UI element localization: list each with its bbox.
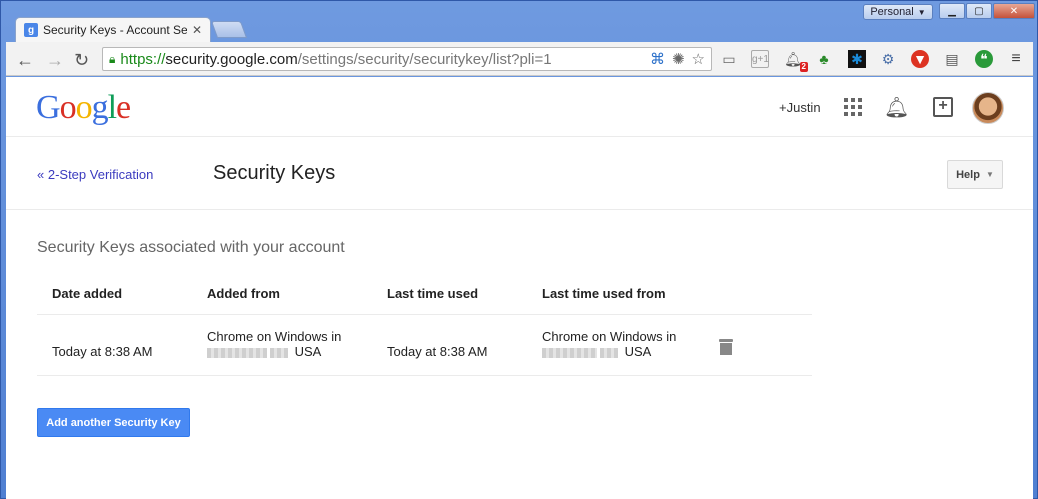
redacted-location [207, 347, 267, 358]
back-arrow-icon[interactable]: ← [16, 50, 34, 71]
section-heading: Security Keys associated with your accou… [37, 239, 345, 256]
url-host: security.google.com [165, 50, 298, 68]
notification-bell-extension-icon[interactable]: 🔔︎ 2 [784, 50, 808, 72]
table-row: Today at 8:38 AM Chrome on Windows in US… [37, 315, 812, 376]
browser-toolbar: ← → ↻ 🔒︎ https://security.google.com/set… [6, 42, 1033, 76]
google-plus-one-icon[interactable]: g+1 [751, 50, 769, 68]
back-to-2-step-verification-link[interactable]: « 2-Step Verification [37, 167, 153, 182]
tab-security-keys[interactable]: g Security Keys - Account Setti ✕ [15, 17, 211, 42]
logo-letter: G [36, 89, 61, 126]
last-used-from-cell: Chrome on Windows in USA [542, 329, 676, 359]
address-bar[interactable]: 🔒︎ https://security.google.com/settings/… [102, 47, 712, 71]
add-security-key-button[interactable]: Add another Security Key [37, 408, 190, 437]
last-used-from-country: USA [624, 344, 652, 359]
page-title: Security Keys [213, 162, 336, 184]
added-from-cell: Chrome on Windows in USA [207, 329, 341, 359]
apps-grid-icon[interactable] [844, 98, 862, 116]
page-content: Google +Justin 🔔︎ + « 2-Step Verificatio… [6, 77, 1033, 499]
chevron-down-icon: ▼ [985, 170, 994, 179]
logo-letter: o [75, 89, 93, 126]
close-window-button[interactable]: ✕ [993, 3, 1035, 19]
added-from-country: USA [294, 344, 322, 359]
security-keys-table: Date added Added from Last time used Las… [37, 275, 812, 376]
google-favicon-icon: g [24, 23, 38, 37]
google-plus-user-link[interactable]: +Justin [779, 100, 821, 115]
tab-title: Security Keys - Account Setti [43, 23, 187, 37]
redacted-location [600, 347, 618, 358]
table-header-row: Date added Added from Last time used Las… [37, 275, 812, 315]
logo-letter: o [59, 89, 77, 126]
profile-label: Personal [870, 6, 914, 18]
redacted-location [270, 347, 288, 358]
logo-letter: g [91, 89, 109, 126]
google-top-bar: Google +Justin 🔔︎ + [6, 77, 1033, 137]
last-used-cell: Today at 8:38 AM [387, 344, 488, 359]
google-logo[interactable]: Google [36, 89, 131, 127]
notifications-bell-icon[interactable]: 🔔︎ [884, 95, 909, 120]
puzzle-extension-icon[interactable]: ✱ [848, 50, 866, 68]
column-header-date-added: Date added [52, 286, 123, 301]
column-header-last-time-used-from: Last time used from [542, 286, 666, 301]
logo-letter: l [107, 89, 118, 126]
settings-gear-icon[interactable]: ✺ [672, 50, 685, 68]
profile-switcher-button[interactable]: Personal ▼ [863, 4, 933, 20]
column-header-last-time-used: Last time used [387, 286, 479, 301]
menu-hamburger-icon[interactable]: ≡ [1007, 50, 1025, 68]
chevron-down-icon: ▼ [917, 7, 926, 17]
bookmark-star-icon[interactable]: ☆ [692, 50, 705, 68]
new-tab-button[interactable] [210, 21, 248, 38]
url-scheme: https:// [120, 50, 166, 68]
minimize-button[interactable]: ▁ [939, 3, 965, 19]
close-tab-icon[interactable]: ✕ [192, 23, 202, 37]
gear-extension-icon[interactable]: ⚙ [879, 50, 897, 68]
url-path: /settings/security/securitykey/list?pli=… [297, 50, 552, 68]
page-header: « 2-Step Verification Security Keys Help… [6, 138, 1033, 210]
date-added-cell: Today at 8:38 AM [52, 344, 153, 359]
avatar[interactable] [972, 92, 1004, 124]
delete-trash-icon[interactable] [719, 339, 733, 355]
column-header-added-from: Added from [207, 286, 280, 301]
lock-icon: 🔒︎ [109, 51, 116, 66]
notification-count-badge: 2 [799, 62, 808, 72]
help-label: Help [956, 168, 980, 181]
window-extension-icon[interactable]: ▤ [943, 50, 961, 68]
vivaldi-extension-icon[interactable]: ▼ [911, 50, 929, 68]
help-button[interactable]: Help ▼ [947, 160, 1003, 189]
network-extension-icon[interactable]: ⌘ [650, 50, 665, 68]
redacted-location [542, 347, 597, 358]
cast-icon[interactable]: ▭ [720, 50, 738, 68]
maximize-button[interactable]: ▢ [966, 3, 992, 19]
reload-icon[interactable]: ↻ [74, 50, 89, 71]
hangouts-icon[interactable]: ❝ [975, 50, 993, 68]
last-used-from-browser: Chrome on Windows in [542, 329, 677, 344]
forward-arrow-icon[interactable]: → [46, 50, 64, 71]
evernote-extension-icon[interactable]: ♣ [815, 50, 833, 68]
logo-letter: e [116, 89, 131, 126]
browser-window: Personal ▼ ▁ ▢ ✕ g Security Keys - Accou… [0, 0, 1038, 499]
share-plus-icon[interactable]: + [933, 97, 953, 117]
added-from-browser: Chrome on Windows in [207, 329, 342, 344]
